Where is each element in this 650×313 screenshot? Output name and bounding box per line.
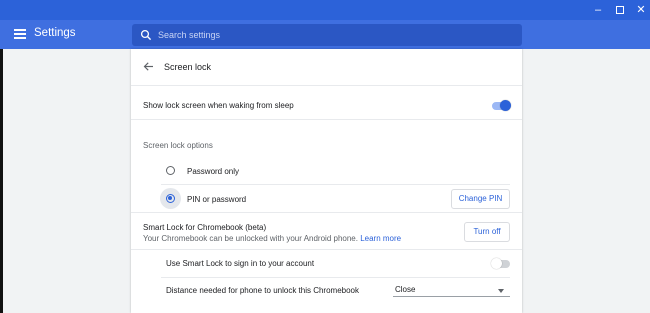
- window-titlebar: – ✕: [0, 0, 650, 20]
- divider: [131, 85, 522, 86]
- left-edge: [0, 49, 3, 313]
- search-input[interactable]: [158, 24, 508, 46]
- divider: [131, 119, 522, 120]
- page-title: Screen lock: [164, 62, 212, 72]
- settings-appbar: Settings: [0, 20, 650, 49]
- chevron-down-icon[interactable]: [498, 289, 504, 293]
- distance-select[interactable]: Close: [395, 285, 415, 294]
- change-pin-button[interactable]: Change PIN: [451, 189, 510, 209]
- pin-or-password-radio[interactable]: [166, 194, 175, 203]
- app-title: Settings: [34, 27, 76, 39]
- smart-lock-description: Your Chromebook can be unlocked with you…: [143, 234, 401, 243]
- search-icon: [140, 29, 152, 41]
- search-box[interactable]: [132, 24, 522, 46]
- learn-more-link[interactable]: Learn more: [360, 234, 401, 243]
- smart-lock-sign-in-toggle[interactable]: [491, 258, 510, 269]
- menu-icon[interactable]: [14, 29, 26, 39]
- arrow-back-icon[interactable]: [143, 61, 154, 72]
- divider: [131, 212, 522, 213]
- divider: [131, 249, 522, 250]
- distance-label: Distance needed for phone to unlock this…: [166, 286, 360, 295]
- select-underline: [393, 296, 510, 297]
- turn-off-button[interactable]: Turn off: [464, 222, 510, 242]
- divider: [161, 277, 510, 278]
- maximize-icon[interactable]: [613, 3, 627, 17]
- screen-lock-options-heading: Screen lock options: [143, 141, 213, 150]
- pin-or-password-label[interactable]: PIN or password: [187, 195, 246, 204]
- divider: [161, 184, 510, 185]
- password-only-radio[interactable]: [166, 166, 175, 175]
- screen-lock-panel: Screen lock Show lock screen when waking…: [131, 49, 522, 313]
- show-lock-screen-label: Show lock screen when waking from sleep: [143, 101, 294, 110]
- close-icon[interactable]: ✕: [634, 3, 648, 17]
- smart-lock-description-text: Your Chromebook can be unlocked with you…: [143, 234, 358, 243]
- show-lock-screen-toggle[interactable]: [492, 100, 511, 111]
- smart-lock-sign-in-label: Use Smart Lock to sign in to your accoun…: [166, 259, 315, 268]
- password-only-label[interactable]: Password only: [187, 167, 239, 176]
- minimize-icon[interactable]: –: [591, 3, 605, 17]
- smart-lock-title: Smart Lock for Chromebook (beta): [143, 223, 267, 232]
